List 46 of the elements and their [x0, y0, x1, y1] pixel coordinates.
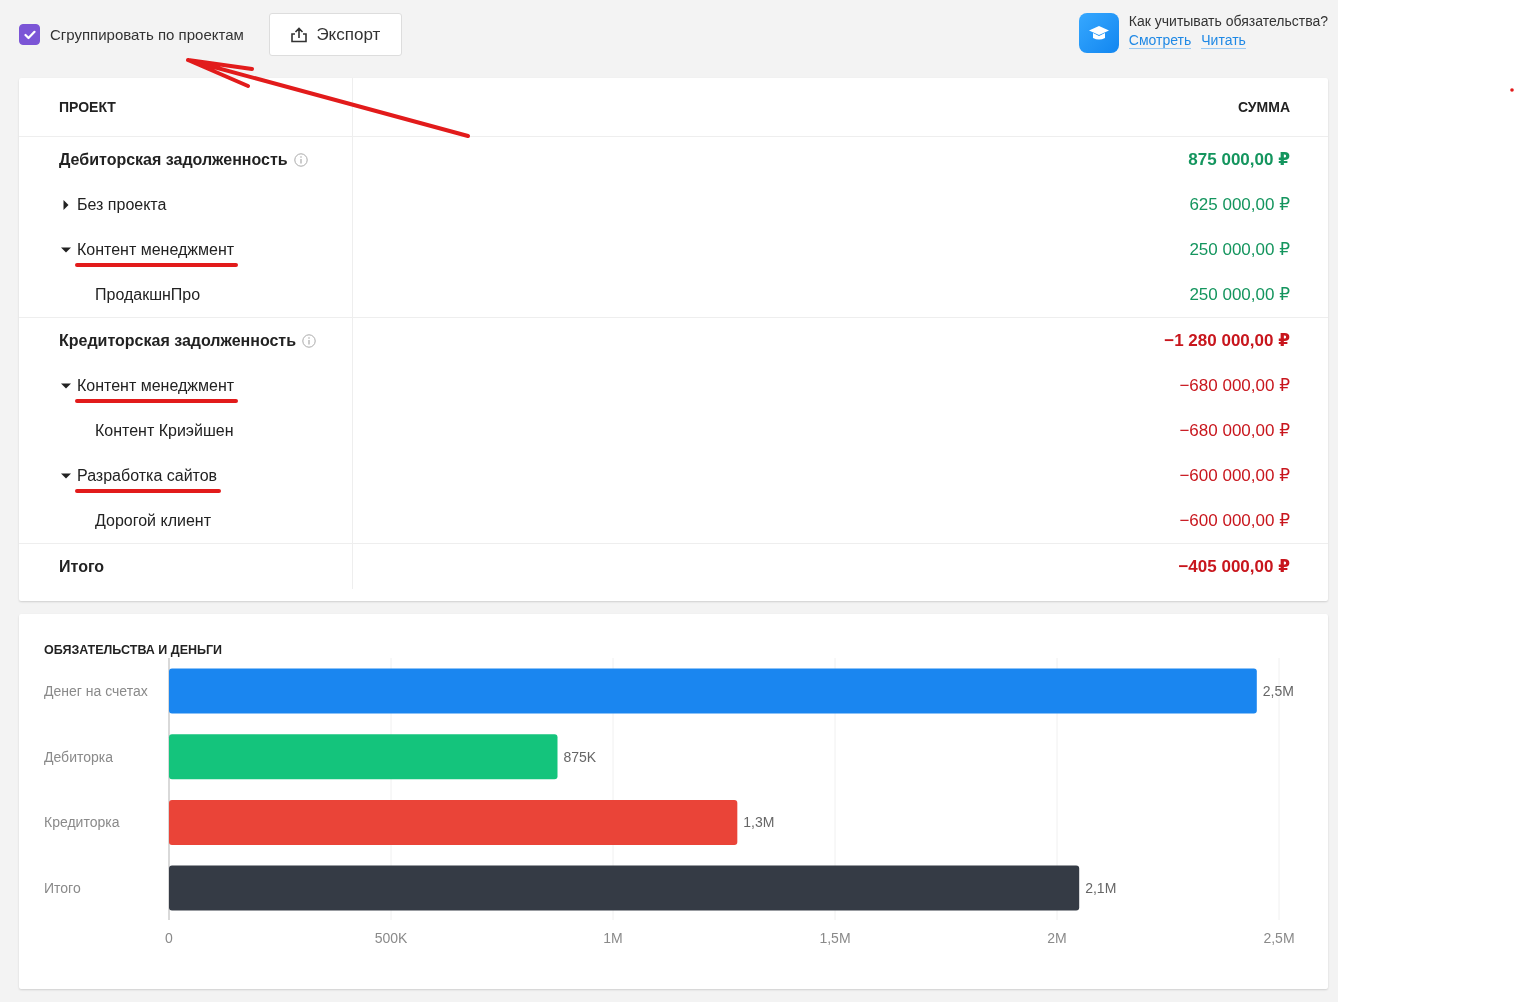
total-amount: −405 000,00 ₽	[1178, 556, 1290, 577]
amount: 250 000,00 ₽	[1189, 284, 1290, 305]
checkbox-label[interactable]: Сгруппировать по проектам	[50, 26, 244, 43]
project-name[interactable]: Контент менеджмент	[77, 240, 235, 259]
graduation-cap-icon	[1078, 13, 1119, 53]
column-header: ПРОЕКТ	[59, 99, 116, 115]
amount: −600 000,00 ₽	[1179, 510, 1290, 531]
project-name[interactable]: Разработка сайтов	[77, 466, 218, 485]
category-label: Дебиторка	[44, 748, 113, 765]
category-label: Кредиторка	[44, 814, 120, 831]
tick-label: 0	[165, 930, 173, 946]
export-button[interactable]: Экспорт	[268, 13, 402, 56]
column-header: СУММА	[1237, 99, 1290, 115]
chart-title: ОБЯЗАТЕЛЬСТВА И ДЕНЬГИ	[44, 642, 223, 658]
help-question: Как учитывать обязательства?	[1128, 13, 1328, 29]
amount: 625 000,00 ₽	[1189, 194, 1290, 215]
project-name[interactable]: Контент менеджмент	[77, 376, 235, 395]
tick-label: 2,5M	[1263, 930, 1295, 946]
amount: −600 000,00 ₽	[1179, 465, 1290, 486]
annotation-dot	[1510, 88, 1514, 92]
amount: −680 000,00 ₽	[1179, 420, 1290, 441]
tick-label: 500K	[374, 930, 408, 946]
section-title: Дебиторская задолженность	[59, 150, 288, 169]
value-label: 1,3M	[743, 814, 775, 831]
upload-icon	[290, 26, 309, 43]
checkmark-icon	[23, 29, 36, 40]
client-name: ПродакшнПро	[95, 285, 201, 304]
client-name: Контент Криэйшен	[95, 421, 234, 440]
tick-label: 1,5M	[819, 930, 851, 946]
amount: 250 000,00 ₽	[1189, 239, 1290, 260]
tick-label: 2M	[1047, 930, 1067, 946]
total-label: Итого	[59, 557, 105, 576]
value-label: 2,5M	[1262, 683, 1294, 699]
amount: 875 000,00 ₽	[1188, 149, 1290, 170]
caret-right-icon[interactable]	[61, 199, 71, 210]
client-name: Дорогой клиент	[95, 511, 211, 530]
amount: −680 000,00 ₽	[1179, 375, 1290, 396]
checkbox[interactable]	[19, 24, 40, 45]
category-label: Итого	[44, 880, 81, 897]
project-name[interactable]: Без проекта	[77, 195, 167, 214]
category-label: Денег на счетах	[44, 683, 148, 699]
amount: −1 280 000,00 ₽	[1164, 330, 1290, 351]
tick-label: 1M	[603, 930, 623, 946]
value-label: 875K	[563, 748, 597, 765]
value-label: 2,1M	[1085, 880, 1117, 897]
section-title: Кредиторская задолженность	[59, 331, 296, 350]
